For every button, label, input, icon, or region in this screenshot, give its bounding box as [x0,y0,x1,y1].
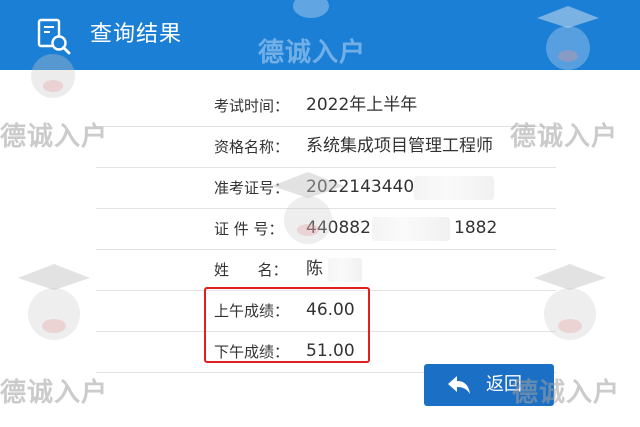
result-value: 2022年上半年 [306,95,418,115]
redacted-area [328,258,362,282]
result-label: 资格名称： [214,138,290,156]
result-value: 2022143440 [306,177,415,197]
result-row-admission-number: 准考证号： 2022143440 [96,168,556,209]
result-value: 系统集成项目管理工程师 [306,136,493,156]
page-title: 查询结果 [90,22,183,47]
score-highlight-box [204,287,370,363]
result-value: 陈 [306,259,323,279]
result-label: 考试时间： [214,97,290,115]
back-button[interactable]: 返回 [424,364,554,406]
redacted-area [372,217,450,241]
redacted-area [414,176,494,200]
result-row-name: 姓 名： 陈 [96,250,556,291]
back-button-label: 返回 [486,374,522,395]
watermark-mascot [14,262,94,356]
watermark-text: 德诚入户 [0,378,109,408]
result-label: 准考证号： [214,179,290,197]
result-row-exam-time: 考试时间： 2022年上半年 [96,86,556,127]
result-value: 440882 [306,218,371,238]
result-value-suffix: 1882 [454,218,498,238]
result-label: 证 件 号： [214,220,284,238]
result-row-id-number: 证 件 号： 440882 1882 [96,209,556,250]
back-arrow-icon [448,376,470,394]
header-bar: 查询结果 [0,0,640,70]
result-row-qualification: 资格名称： 系统集成项目管理工程师 [96,127,556,168]
document-search-icon [37,18,71,55]
watermark-text: 德诚入户 [0,122,109,152]
result-label: 姓 名： [214,261,288,279]
